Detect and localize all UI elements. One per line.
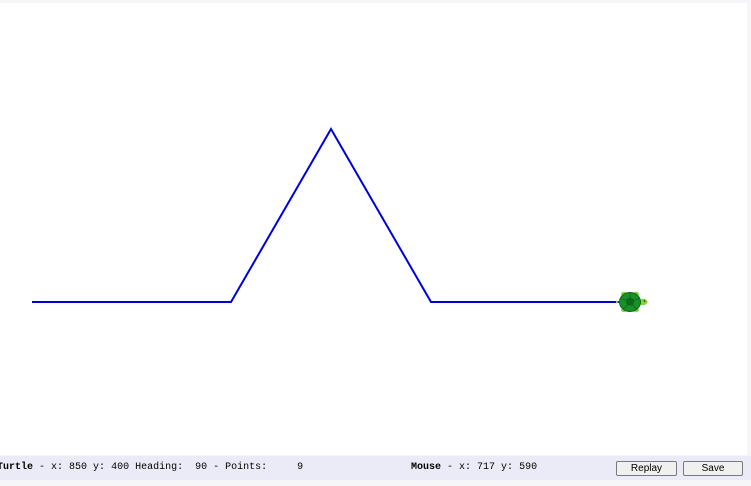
- turtle-status-label: Turtle: [0, 462, 34, 473]
- turtle-app: Turtle - x: 850 y: 400 Heading: 90 - Poi…: [0, 0, 751, 486]
- mouse-status: Mouse - x: 717 y: 590: [411, 462, 538, 473]
- heading-value: 90: [195, 462, 208, 473]
- drawing-canvas[interactable]: [0, 3, 747, 455]
- mouse-status-label: Mouse: [411, 462, 442, 473]
- turtle-status: Turtle - x: 850 y: 400 Heading: 90 - Poi…: [0, 462, 303, 474]
- turtle-path: [32, 127, 625, 303]
- save-button[interactable]: Save: [683, 461, 743, 476]
- mouse-x-value: 717: [477, 462, 496, 473]
- turtle-icon: [616, 291, 648, 313]
- replay-button[interactable]: Replay: [616, 461, 677, 476]
- turtle-y-value: 400: [111, 462, 130, 473]
- turtle-path-svg: [32, 127, 648, 313]
- mouse-y-value: 590: [519, 462, 538, 473]
- status-bar: Turtle - x: 850 y: 400 Heading: 90 - Poi…: [0, 456, 751, 480]
- turtle-x-value: 850: [69, 462, 88, 473]
- points-value: 9: [297, 462, 304, 473]
